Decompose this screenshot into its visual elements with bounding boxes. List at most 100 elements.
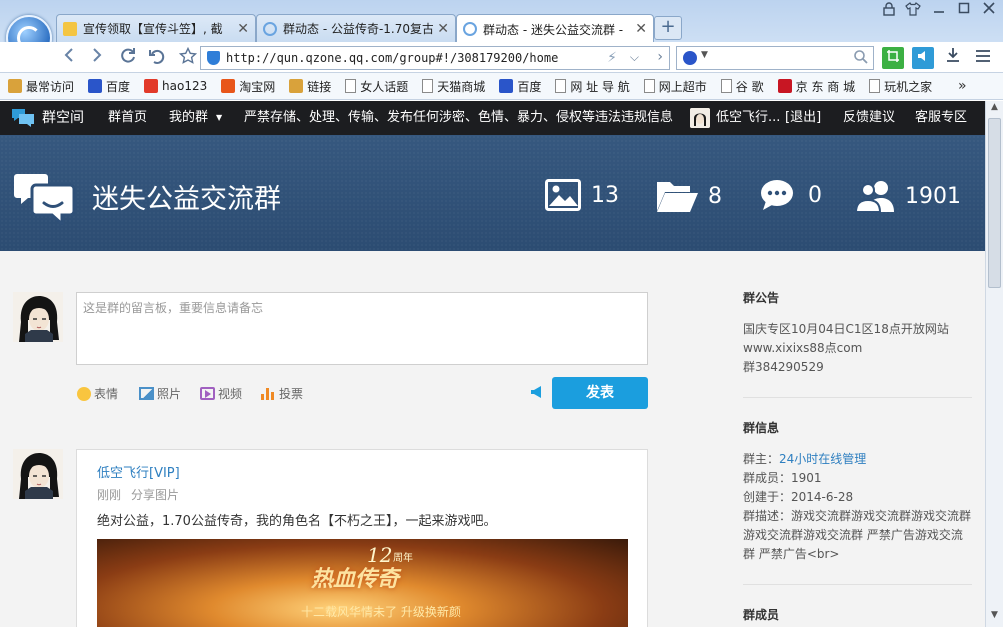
- bookmark-item[interactable]: 网 址 导 航: [555, 78, 630, 95]
- service-link[interactable]: 客服专区: [915, 101, 967, 135]
- engine-dropdown-icon[interactable]: ▼: [701, 50, 708, 60]
- bookmark-item[interactable]: 百度: [499, 78, 541, 95]
- search-box[interactable]: ▼: [676, 46, 874, 70]
- go-forward-icon[interactable]: ›: [657, 49, 663, 65]
- announcement-title: 群公告: [743, 291, 780, 305]
- photos-stat[interactable]: 13: [545, 179, 619, 211]
- bar-chart-icon: [261, 387, 276, 400]
- bookmark-icon: [345, 79, 357, 93]
- brand-name[interactable]: 群空间: [42, 101, 84, 135]
- emoji-tool[interactable]: 表情: [77, 385, 118, 402]
- members-stat[interactable]: 1901: [855, 179, 961, 213]
- logout-link[interactable]: [退出]: [785, 101, 821, 135]
- comments-stat[interactable]: 0: [760, 179, 822, 211]
- back-icon[interactable]: [58, 47, 80, 69]
- user-name[interactable]: 低空飞行...: [716, 101, 780, 135]
- tab-title: 群动态 - 公益传奇-1.70复古: [283, 22, 434, 36]
- photo-tool[interactable]: 照片: [139, 385, 181, 402]
- loading-icon: [463, 22, 477, 36]
- owner-link[interactable]: 24小时在线管理: [779, 452, 866, 466]
- tab-title: 群动态 - 迷失公益交流群 -: [483, 22, 624, 37]
- menu-icon[interactable]: [972, 47, 994, 69]
- bookmark-icon: [643, 79, 655, 93]
- main-content: 这是群的留言板，重要信息请备忘 表情 照片 视频 投票 发表 低空飞行[VIP]…: [0, 251, 985, 627]
- tab-close-icon[interactable]: ✕: [635, 21, 647, 37]
- megaphone-icon[interactable]: [530, 385, 544, 403]
- screenshot-icon[interactable]: [882, 47, 904, 69]
- tab-close-icon[interactable]: ✕: [237, 21, 249, 37]
- new-tab-button[interactable]: +: [654, 16, 682, 40]
- bookmark-item[interactable]: 玩机之家: [869, 78, 932, 95]
- tab-2[interactable]: 群动态 - 公益传奇-1.70复古 ✕: [256, 14, 456, 42]
- description-line: 群 严禁广告<br>: [743, 547, 840, 561]
- tab-3-active[interactable]: 群动态 - 迷失公益交流群 - ✕: [456, 14, 654, 43]
- divider: [743, 397, 972, 398]
- nav-my-group[interactable]: 我的群: [169, 101, 208, 135]
- group-banner: 迷失公益交流群 13 8 0 1901: [0, 135, 985, 251]
- nav-group-home[interactable]: 群首页: [108, 101, 147, 135]
- forward-icon[interactable]: [86, 47, 108, 69]
- bookmark-item[interactable]: 链接: [289, 78, 331, 95]
- bookmark-item[interactable]: 女人话题: [345, 78, 408, 95]
- lock-icon[interactable]: [878, 2, 900, 20]
- tab-favicon-icon: [63, 21, 77, 36]
- maximize-icon[interactable]: [953, 2, 975, 20]
- message-input[interactable]: 这是群的留言板，重要信息请备忘: [76, 292, 648, 365]
- feedback-link[interactable]: 反馈建议: [843, 101, 895, 135]
- bookmarks-more-icon[interactable]: »: [958, 78, 967, 94]
- user-avatar[interactable]: [13, 292, 63, 342]
- bookmark-item[interactable]: 最常访问: [8, 78, 74, 95]
- bookmark-item[interactable]: 淘宝网: [221, 78, 275, 95]
- group-info-title: 群信息: [743, 421, 780, 435]
- address-bar[interactable]: http://qun.qzone.qq.com/group#!/30817920…: [200, 46, 670, 70]
- announcement-line: 国庆专区10月04日C1区18点开放网站: [743, 322, 949, 336]
- post-author-avatar[interactable]: [13, 449, 63, 499]
- scroll-down-icon[interactable]: ▼: [988, 610, 1001, 624]
- bookmark-item[interactable]: 网上超市: [643, 78, 707, 95]
- description-line: 游戏交流群游戏交流群 严禁广告游戏交流: [743, 528, 963, 542]
- download-icon[interactable]: [942, 47, 964, 69]
- lightning-icon[interactable]: ⚡: [607, 50, 617, 66]
- scroll-up-icon[interactable]: ▲: [988, 102, 1001, 116]
- bookmark-item[interactable]: 百度: [88, 78, 130, 95]
- tab-1[interactable]: 宣传领取【宣传斗笠】, 截 ✕: [56, 14, 256, 42]
- skin-shirt-icon[interactable]: [902, 2, 924, 20]
- chevron-down-icon[interactable]: ▼: [216, 101, 222, 135]
- bookmark-item[interactable]: 天猫商城: [422, 78, 485, 95]
- bookmark-icon: [422, 79, 434, 93]
- bookmark-icon: [869, 79, 881, 93]
- minimize-icon[interactable]: [928, 2, 950, 20]
- post-author[interactable]: 低空飞行[VIP]: [97, 462, 180, 481]
- members-icon: [855, 181, 894, 213]
- loading-icon: [263, 21, 277, 36]
- scroll-thumb[interactable]: [988, 118, 1001, 288]
- video-icon: [200, 387, 215, 400]
- undo-icon[interactable]: [146, 47, 168, 69]
- vote-tool[interactable]: 投票: [261, 385, 303, 402]
- url-dropdown-icon[interactable]: ⌵: [630, 50, 639, 65]
- favorite-star-icon[interactable]: [177, 46, 199, 69]
- submit-button[interactable]: 发表: [552, 377, 648, 409]
- bookmark-label: 网上超市: [658, 79, 707, 94]
- qq-group-logo-icon[interactable]: [10, 101, 36, 135]
- files-stat[interactable]: 8: [656, 179, 722, 213]
- refresh-icon[interactable]: [117, 47, 139, 69]
- user-avatar[interactable]: [690, 108, 710, 128]
- created-line: 创建于：2014-6-28: [743, 490, 854, 504]
- video-tool[interactable]: 视频: [200, 385, 242, 402]
- bookmark-item[interactable]: 京 东 商 城: [777, 78, 855, 95]
- tab-close-icon[interactable]: ✕: [437, 21, 449, 37]
- baidu-paw-icon[interactable]: [683, 51, 697, 65]
- bookmark-item[interactable]: 谷 歌: [720, 78, 764, 95]
- bookmark-icon: [777, 79, 792, 93]
- search-icon[interactable]: [853, 49, 869, 68]
- page-scrollbar[interactable]: ▲ ▼: [985, 101, 1003, 627]
- photo-label: 照片: [157, 387, 182, 401]
- bookmark-item[interactable]: hao123: [144, 79, 207, 93]
- close-window-icon[interactable]: [978, 2, 1000, 20]
- post-image[interactable]: 热血传奇 12 周年 十二载风华情未了 升级换新颜: [97, 539, 628, 627]
- browser-chrome: 宣传领取【宣传斗笠】, 截 ✕ 群动态 - 公益传奇-1.70复古 ✕ 群动态 …: [0, 0, 1003, 100]
- bookmarks-bar: 最常访问 百度 hao123 淘宝网 链接 女人话题 天猫商城 百度 网 址 导 航 网上超市 谷 …: [0, 73, 1003, 100]
- audio-icon[interactable]: [912, 47, 934, 69]
- image-icon: [545, 179, 581, 211]
